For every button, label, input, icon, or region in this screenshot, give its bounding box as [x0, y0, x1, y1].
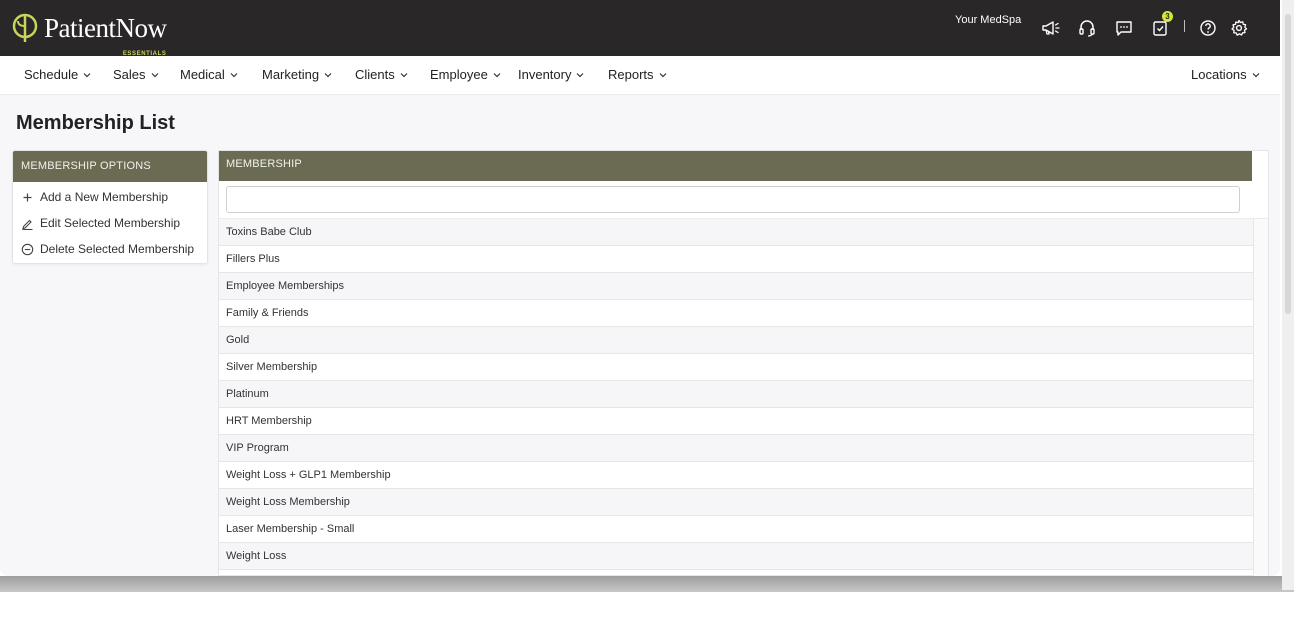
edit-membership-label: Edit Selected Membership [40, 216, 181, 230]
nav-reports[interactable]: Reports [608, 67, 667, 82]
nav-label: Locations [1191, 67, 1247, 82]
nav-label: Marketing [262, 67, 320, 82]
nav-medical[interactable]: Medical [180, 67, 238, 82]
nav-locations[interactable]: Locations [1191, 67, 1260, 82]
membership-row[interactable]: Platinum [219, 381, 1253, 408]
gear-icon[interactable] [1228, 17, 1250, 39]
membership-row[interactable]: VIP Program [219, 435, 1253, 462]
page-scrollbar-thumb[interactable] [1285, 14, 1291, 314]
plus-icon [21, 191, 34, 204]
chevron-down-icon [400, 72, 408, 77]
page-title: Membership List [16, 112, 175, 134]
chevron-down-icon [83, 72, 91, 77]
chevron-down-icon [151, 72, 158, 77]
membership-rows: Toxins Babe Club Fillers Plus Employee M… [219, 219, 1253, 570]
org-name[interactable]: Your MedSpa [955, 14, 1021, 26]
edit-membership-button[interactable]: Edit Selected Membership [21, 214, 180, 232]
membership-row[interactable]: HRT Membership [219, 408, 1253, 435]
nav-label: Inventory [518, 67, 572, 82]
app-window: PatientNow ESSENTIALS Your MedSpa 3 Sched… [0, 0, 1280, 576]
brand-name: PatientNow ESSENTIALS [44, 14, 167, 57]
nav-label: Medical [180, 67, 225, 82]
membership-row[interactable]: Employee Memberships [219, 273, 1253, 300]
brand-mark-icon [12, 13, 38, 42]
nav-sales[interactable]: Sales [113, 67, 159, 82]
chevron-down-icon [324, 72, 332, 77]
add-membership-label: Add a New Membership [40, 190, 169, 204]
main-nav: Schedule Sales Medical Marketing Clients… [0, 56, 1280, 95]
page-scrollbar[interactable] [1282, 0, 1294, 590]
add-membership-button[interactable]: Add a New Membership [21, 188, 168, 206]
nav-clients[interactable]: Clients [355, 67, 408, 82]
nav-employee[interactable]: Employee [430, 67, 501, 82]
filter-row [219, 181, 1268, 219]
options-panel-header: MEMBERSHIP OPTIONS [13, 151, 207, 182]
pencil-icon [21, 217, 34, 230]
task-count-badge: 3 [1162, 11, 1173, 22]
nav-label: Reports [608, 67, 654, 82]
membership-options-panel: MEMBERSHIP OPTIONS Add a New Membership … [12, 150, 208, 264]
membership-row[interactable]: Family & Friends [219, 300, 1253, 327]
membership-row[interactable]: Laser Membership - Small [219, 516, 1253, 543]
chevron-down-icon [230, 72, 238, 77]
delete-membership-button[interactable]: Delete Selected Membership [21, 240, 194, 258]
membership-column-header[interactable]: MEMBERSHIP [219, 151, 1252, 181]
nav-marketing[interactable]: Marketing [262, 67, 332, 82]
membership-row[interactable]: Weight Loss [219, 543, 1253, 570]
chevron-down-icon [1252, 72, 1260, 77]
chat-icon[interactable] [1113, 17, 1135, 39]
membership-row[interactable]: Toxins Babe Club [219, 219, 1253, 246]
membership-row[interactable]: Weight Loss Membership [219, 489, 1253, 516]
membership-list-panel: MEMBERSHIP Toxins Babe Club Fillers Plus… [218, 150, 1269, 576]
membership-row[interactable]: Fillers Plus [219, 246, 1253, 273]
window-shadow [0, 576, 1294, 592]
nav-label: Clients [355, 67, 395, 82]
nav-label: Schedule [24, 67, 79, 82]
top-bar: PatientNow ESSENTIALS Your MedSpa 3 [0, 0, 1280, 57]
nav-label: Employee [430, 67, 488, 82]
headset-icon[interactable] [1076, 17, 1098, 39]
nav-schedule[interactable]: Schedule [24, 67, 91, 82]
megaphone-icon[interactable] [1040, 17, 1062, 39]
chevron-down-icon [493, 72, 501, 77]
help-icon[interactable] [1197, 17, 1219, 39]
membership-row[interactable]: Silver Membership [219, 354, 1253, 381]
membership-filter-input[interactable] [226, 186, 1240, 213]
list-scrollbar[interactable] [1253, 219, 1268, 576]
delete-membership-label: Delete Selected Membership [40, 242, 195, 256]
brand-logo[interactable]: PatientNow ESSENTIALS [12, 12, 167, 57]
membership-row[interactable]: Gold [219, 327, 1253, 354]
chevron-down-icon [577, 72, 584, 77]
membership-row[interactable]: Weight Loss + GLP1 Membership [219, 462, 1253, 489]
nav-inventory[interactable]: Inventory [518, 67, 584, 82]
chevron-down-icon [659, 72, 666, 77]
header-divider [1184, 20, 1185, 32]
nav-label: Sales [113, 67, 146, 82]
minus-circle-icon [21, 243, 34, 256]
